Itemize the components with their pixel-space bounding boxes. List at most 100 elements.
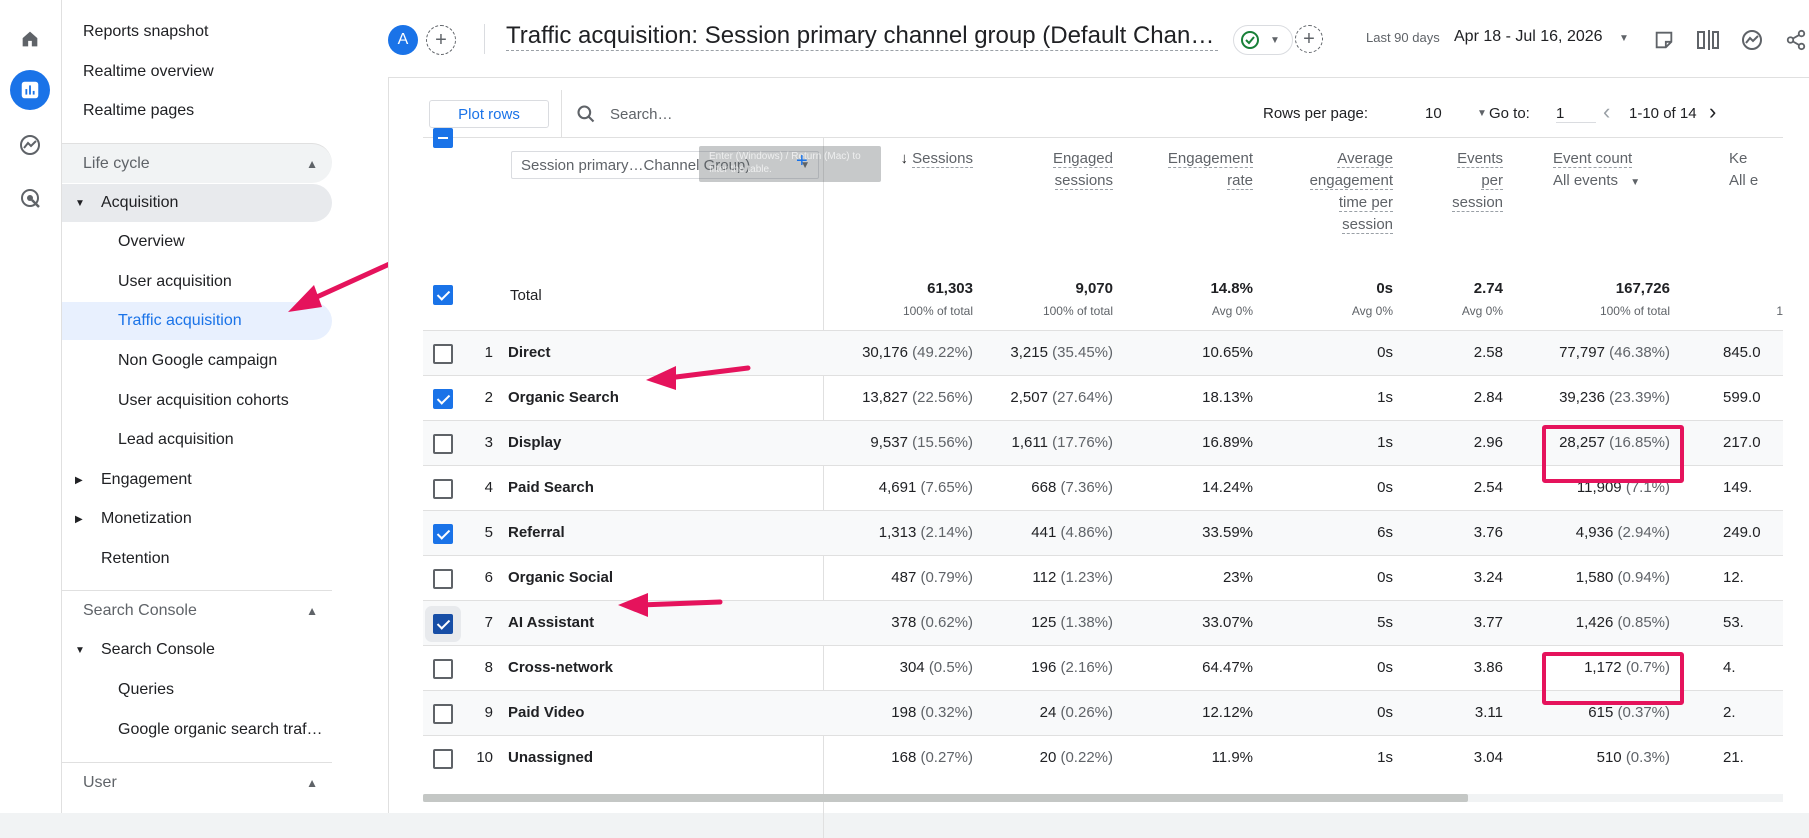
row-channel-name[interactable]: Cross-network xyxy=(508,659,613,676)
home-icon[interactable] xyxy=(10,19,50,59)
sidebar-item-realtime-pages[interactable]: Realtime pages xyxy=(62,92,332,130)
add-dimension-icon[interactable]: + xyxy=(796,150,808,173)
row-checkbox[interactable] xyxy=(433,659,453,679)
col-events-per-session[interactable]: Events per session xyxy=(1403,148,1503,214)
add-comparison-icon[interactable]: + xyxy=(426,25,456,55)
row-checkbox[interactable] xyxy=(433,389,453,409)
sidebar-item-realtime-overview[interactable]: Realtime overview xyxy=(62,53,332,91)
advertising-icon[interactable] xyxy=(10,178,50,218)
cell-sessions: 4,691 (7.65%) xyxy=(823,479,973,496)
cell-value: 2.54 xyxy=(1473,479,1503,496)
add-filter-icon[interactable]: + xyxy=(1295,25,1323,53)
cell-avg-engagement-time: 6s xyxy=(1263,524,1393,541)
plot-rows-button[interactable]: Plot rows xyxy=(429,100,549,128)
row-checkbox[interactable] xyxy=(433,614,453,634)
cell-sessions: 198 (0.32%) xyxy=(823,704,973,721)
caret-down-icon: ▼ xyxy=(75,197,85,209)
scrollbar-thumb[interactable] xyxy=(423,794,1468,802)
sidebar-item-label: User acquisition cohorts xyxy=(118,392,289,409)
horizontal-scrollbar[interactable] xyxy=(423,794,1783,802)
sidebar-item-queries[interactable]: Queries xyxy=(62,671,332,709)
cell-value: 18.13% xyxy=(1202,389,1253,406)
tooltip: Enter (Windows) / Return (Mac) to filter… xyxy=(699,146,881,182)
total-engaged: 9,070 100% of total xyxy=(983,280,1113,318)
col-engagement-rate[interactable]: Engagement rate xyxy=(1113,148,1253,192)
total-value: 61,303 xyxy=(927,280,973,297)
report-table-card: Plot rows Rows per page: 10 ▼ Go to: 1 ‹… xyxy=(388,78,1809,838)
cell-key-events: 217.0 xyxy=(1723,434,1761,451)
row-checkbox[interactable] xyxy=(433,434,453,454)
col-sessions[interactable]: ↓ Sessions xyxy=(863,148,973,170)
row-checkbox[interactable] xyxy=(433,344,453,364)
col-event-count[interactable]: Event count All events ▼ xyxy=(1523,148,1673,194)
sidebar-item-monetization[interactable]: ▶ Monetization xyxy=(62,500,332,538)
row-channel-name[interactable]: Display xyxy=(508,434,561,451)
date-range-picker[interactable]: Apr 18 - Jul 16, 2026 ▼ xyxy=(1454,28,1629,46)
col-engaged-sessions[interactable]: Engaged sessions xyxy=(983,148,1113,192)
col-key-events[interactable]: Ke All e xyxy=(1729,148,1789,192)
cell-value: 441 xyxy=(1031,524,1057,541)
sidebar-item-user-acquisition-cohorts[interactable]: User acquisition cohorts xyxy=(62,382,332,420)
rows-per-page-select[interactable]: 10 ▼ xyxy=(1425,105,1495,122)
cell-value: 10.65% xyxy=(1202,344,1253,361)
row-channel-name[interactable]: Organic Search xyxy=(508,389,619,406)
section-search-console[interactable]: Search Console ▲ xyxy=(62,590,332,630)
cell-value: 0s xyxy=(1377,569,1393,586)
reports-icon[interactable] xyxy=(10,70,50,110)
next-page-icon[interactable]: › xyxy=(1709,99,1716,125)
compare-icon[interactable] xyxy=(1694,26,1722,54)
row-channel-name[interactable]: Unassigned xyxy=(508,749,593,766)
total-checkbox[interactable] xyxy=(433,285,453,305)
sidebar-item-non-google-campaign[interactable]: Non Google campaign xyxy=(62,342,332,380)
property-avatar[interactable]: A xyxy=(388,25,418,55)
cell-value: 23% xyxy=(1222,569,1253,586)
row-checkbox[interactable] xyxy=(433,749,453,769)
sidebar-item-retention[interactable]: Retention xyxy=(62,540,332,578)
section-user[interactable]: User ▲ xyxy=(62,762,332,802)
rows-per-page-label: Rows per page: xyxy=(1263,105,1369,122)
cell-value: 4,936 xyxy=(1575,524,1614,541)
row-checkbox[interactable] xyxy=(433,524,453,544)
row-checkbox[interactable] xyxy=(433,569,453,589)
share-icon[interactable] xyxy=(1782,26,1809,54)
row-channel-name[interactable]: Paid Video xyxy=(508,704,584,721)
row-channel-name[interactable]: Direct xyxy=(508,344,551,361)
insights-icon[interactable] xyxy=(1738,26,1766,54)
caret-down-icon: ▼ xyxy=(1477,108,1487,119)
row-channel-name[interactable]: Paid Search xyxy=(508,479,594,496)
sidebar-item-reports-snapshot[interactable]: Reports snapshot xyxy=(62,13,332,51)
sidebar-item-lead-acquisition[interactable]: Lead acquisition xyxy=(62,421,332,459)
sidebar-item-overview[interactable]: Overview xyxy=(62,223,332,261)
cell-sessions: 30,176 (49.22%) xyxy=(823,344,973,361)
sidebar-item-search-console[interactable]: ▼ Search Console xyxy=(62,631,332,669)
sidebar-item-engagement[interactable]: ▶ Engagement xyxy=(62,461,332,499)
cell-events-per-session: 2.58 xyxy=(1403,344,1503,361)
col-avg-engagement-time[interactable]: Average engagement time per session xyxy=(1263,148,1393,236)
row-channel-name[interactable]: Organic Social xyxy=(508,569,613,586)
row-checkbox[interactable] xyxy=(433,704,453,724)
total-sub: 100% of total xyxy=(902,304,973,318)
row-checkbox[interactable] xyxy=(433,479,453,499)
event-filter-select[interactable]: All events xyxy=(1553,172,1618,189)
sidebar-item-google-organic-search[interactable]: Google organic search traf… xyxy=(62,711,332,749)
prev-page-icon[interactable]: ‹ xyxy=(1603,99,1610,125)
explore-icon[interactable] xyxy=(10,125,50,165)
search-input[interactable] xyxy=(610,105,1090,123)
row-channel-name[interactable]: Referral xyxy=(508,524,565,541)
sidebar-item-user-acquisition[interactable]: User acquisition xyxy=(62,263,332,301)
goto-input[interactable]: 1 xyxy=(1556,105,1596,123)
page-title[interactable]: Traffic acquisition: Session primary cha… xyxy=(506,22,1218,51)
search-icon xyxy=(577,105,595,123)
select-all-checkbox[interactable] xyxy=(433,128,453,148)
report-status-button[interactable]: ▼ xyxy=(1233,25,1293,55)
cell-percent: (23.39%) xyxy=(1609,389,1670,406)
col-label: time per xyxy=(1338,194,1393,212)
sidebar-item-acquisition[interactable]: ▼ Acquisition xyxy=(62,184,332,222)
section-life-cycle[interactable]: Life cycle ▲ xyxy=(62,143,332,183)
sidebar-item-label: Engagement xyxy=(101,471,192,488)
row-channel-name[interactable]: AI Assistant xyxy=(508,614,594,631)
customize-report-icon[interactable] xyxy=(1650,26,1678,54)
sidebar-item-traffic-acquisition[interactable]: Traffic acquisition xyxy=(62,302,332,340)
cell-value: 33.59% xyxy=(1202,524,1253,541)
cell-key-events: 12. xyxy=(1723,569,1744,586)
